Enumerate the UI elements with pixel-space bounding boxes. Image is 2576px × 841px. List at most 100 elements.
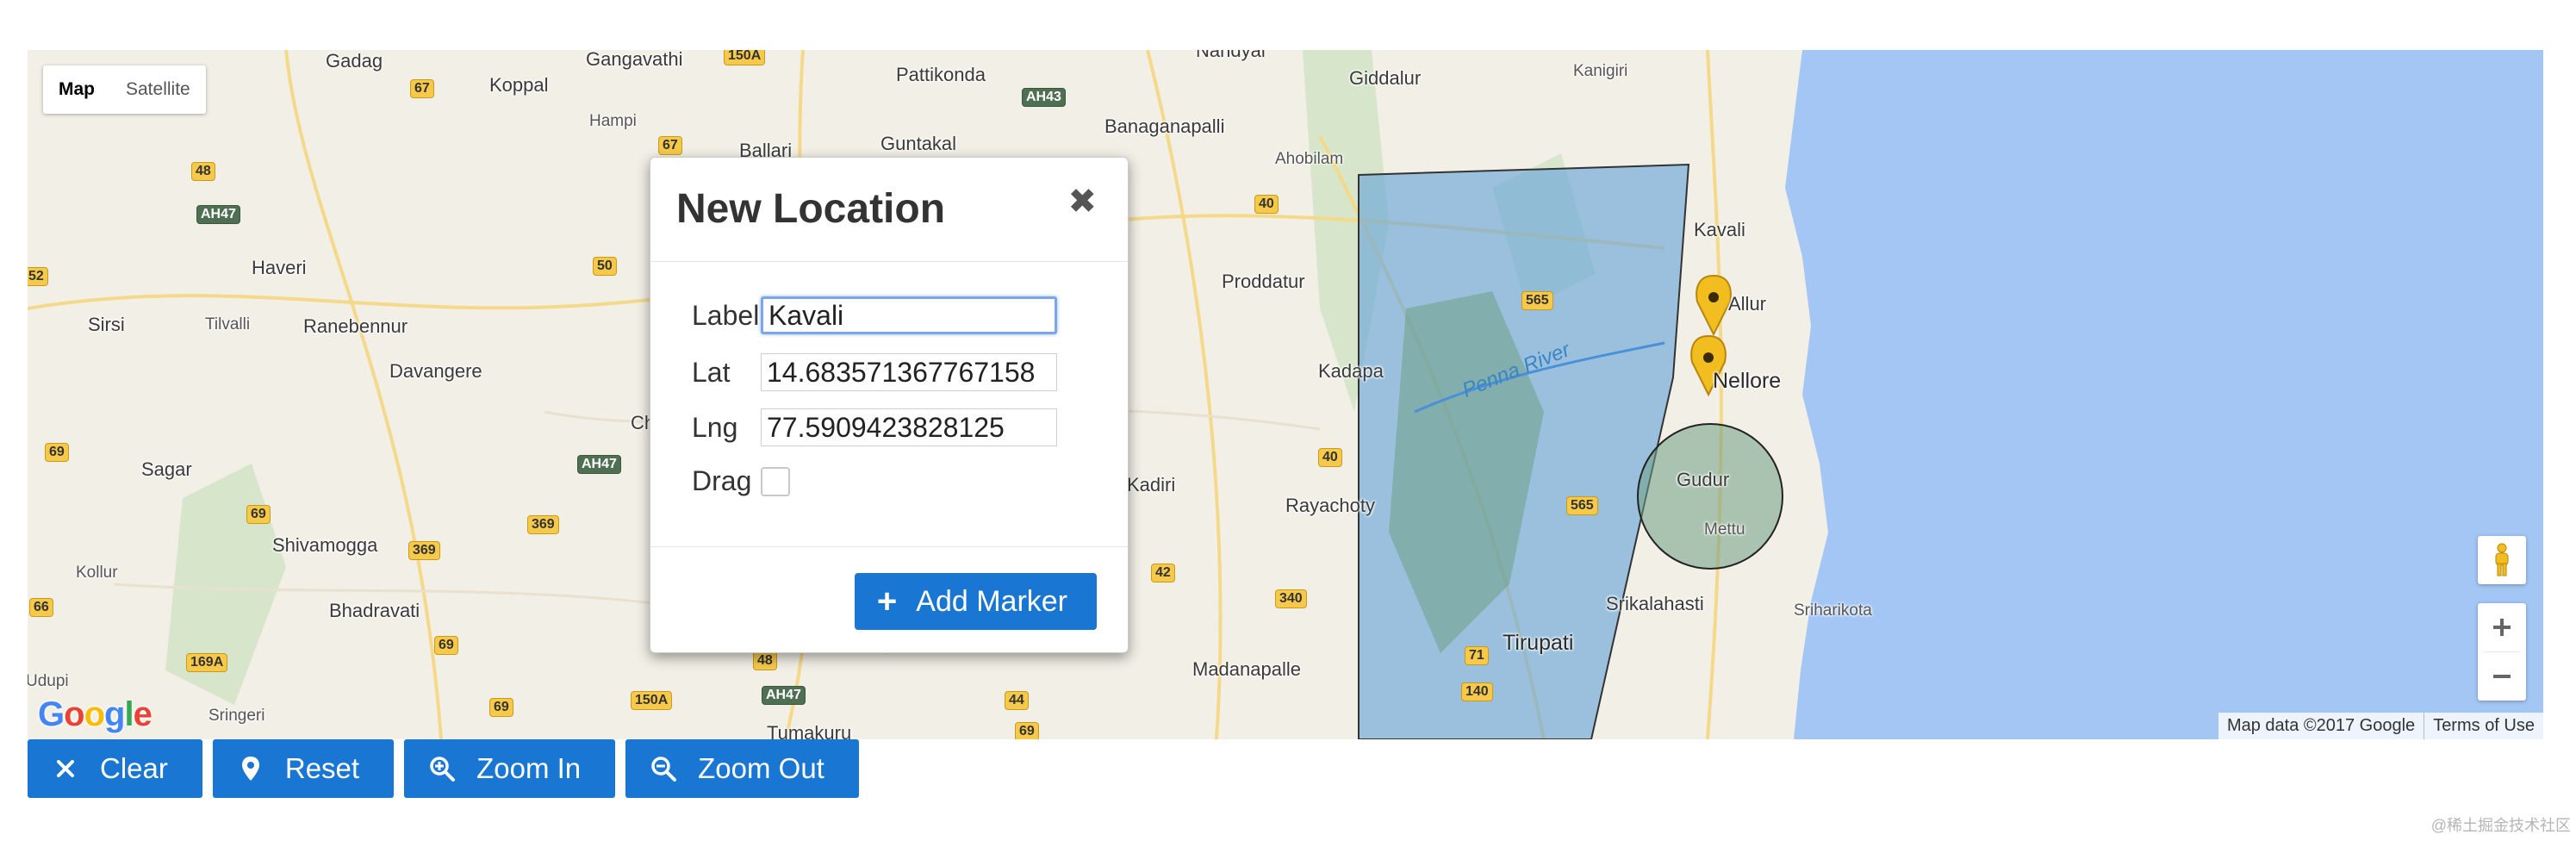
lat-field-label: Lat [692, 356, 731, 388]
place-label: Kadapa [1318, 360, 1384, 382]
lng-field-label: Lng [692, 411, 738, 443]
dialog-header: New Location ✖ [650, 158, 1128, 262]
dialog-body: Label Lat Lng Drag [650, 262, 1128, 547]
road-shield: 150A [631, 691, 673, 710]
place-label: Tilvalli [205, 315, 251, 333]
road-shield: 369 [527, 515, 559, 534]
close-icon[interactable]: ✖ [1067, 182, 1097, 221]
label-input[interactable] [761, 296, 1057, 334]
road-shield: 69 [489, 698, 513, 717]
zoom-in-button[interactable]: Zoom In [404, 739, 616, 798]
minus-icon [2493, 675, 2511, 678]
drag-checkbox[interactable] [761, 466, 790, 496]
place-label: Banaganapalli [1104, 115, 1225, 137]
place-label: Hampi [589, 112, 637, 130]
drag-field-label: Drag [692, 465, 752, 496]
place-label: Mettu [1704, 520, 1745, 539]
place-label: Nandyal [1196, 50, 1266, 61]
lat-input[interactable] [761, 353, 1057, 391]
map-zoom-in-button[interactable] [2478, 603, 2526, 651]
dialog-title: New Location [676, 186, 946, 232]
road-shield: 66 [29, 598, 53, 617]
add-marker-button[interactable]: + Add Marker [854, 573, 1097, 630]
place-label: Sriharikota [1794, 601, 1872, 620]
place-label: Haveri [252, 257, 307, 278]
place-label: Madanapalle [1192, 658, 1301, 680]
map-type-map[interactable]: Map [43, 65, 110, 114]
new-location-dialog: New Location ✖ Label Lat Lng Drag + Add … [650, 157, 1129, 653]
place-label: Sagar [141, 458, 192, 480]
place-label: Kollur [76, 564, 118, 582]
road-shield: 44 [1005, 691, 1029, 710]
map-pin-icon [233, 751, 268, 786]
plus-icon: + [876, 582, 898, 620]
place-label: Guntakal [880, 133, 957, 154]
place-label: Bhadravati [329, 600, 420, 621]
map-zoom-out-button[interactable] [2478, 652, 2526, 701]
road-shield: 50 [593, 257, 617, 276]
place-label: Gangavathi [586, 50, 683, 70]
road-shield: 69 [246, 505, 271, 524]
clear-label: Clear [100, 752, 168, 784]
road-shield: 40 [1254, 195, 1279, 214]
place-label: Kanigiri [1573, 62, 1628, 80]
place-label: Tumakuru [767, 722, 852, 739]
place-label: Kavali [1694, 219, 1745, 240]
road-shield: AH47 [577, 455, 621, 474]
label-field-label: Label [692, 299, 760, 331]
label-row: Label [692, 296, 1057, 334]
road-shield: 48 [753, 651, 777, 670]
road-shield: 48 [191, 162, 215, 181]
watermark-text: @稀土掘金技术社区 [2430, 817, 2571, 834]
road-shield: AH47 [196, 205, 240, 224]
road-shield: 69 [434, 636, 458, 655]
plus-icon [2493, 619, 2511, 636]
drag-row: Drag [692, 465, 790, 497]
road-shield: 52 [28, 267, 48, 286]
reset-button[interactable]: Reset [212, 739, 395, 798]
road-shield: 67 [410, 79, 434, 98]
place-label: Giddalur [1349, 67, 1422, 89]
close-icon [48, 751, 83, 786]
place-label: Srikalahasti [1606, 593, 1704, 614]
place-label: Shivamogga [272, 534, 378, 556]
map-type-satellite[interactable]: Satellite [110, 65, 206, 114]
map-canvas[interactable]: Gadag Koppal Gangavathi Hampi Ballari Pa… [28, 50, 2543, 739]
place-label: Allur [1728, 293, 1767, 315]
road-shield: 69 [45, 443, 69, 462]
place-label: Sringeri [208, 707, 265, 725]
road-shield: 69 [1015, 722, 1039, 739]
street-view-pegman[interactable] [2478, 536, 2526, 584]
place-label: Ranebennur [303, 315, 408, 337]
lng-row: Lng [692, 408, 1057, 446]
road-shield: 565 [1566, 496, 1598, 515]
road-shield: AH47 [762, 686, 806, 705]
place-label: Ahobilam [1275, 150, 1344, 168]
road-shield: 67 [658, 136, 682, 155]
lng-input[interactable] [761, 408, 1057, 446]
place-label: Udupi [28, 672, 69, 690]
map-toolbar: Clear Reset Zoom In Zoom Out [28, 739, 859, 798]
map-type-control: Map Satellite [43, 65, 206, 114]
place-label: Rayachoty [1285, 495, 1375, 516]
place-label: Nellore [1713, 369, 1782, 393]
place-label: Kadiri [1127, 474, 1176, 495]
add-marker-label: Add Marker [916, 584, 1067, 618]
zoom-out-label: Zoom Out [698, 752, 824, 784]
zoom-out-button[interactable]: Zoom Out [625, 739, 859, 798]
road-shield: 340 [1275, 589, 1307, 608]
road-shield: 369 [408, 541, 440, 560]
terms-of-use-link[interactable]: Terms of Use [2424, 713, 2543, 739]
road-shield: 169A [186, 653, 228, 672]
road-shield: 150A [724, 50, 766, 65]
road-shield: 565 [1521, 291, 1553, 310]
dialog-footer: + Add Marker [650, 547, 1128, 654]
map-zoom-control [2478, 603, 2526, 701]
place-label: Sirsi [88, 314, 125, 335]
map-attribution: Map data ©2017 Google Terms of Use [2218, 713, 2543, 739]
reset-label: Reset [284, 752, 360, 784]
road-shield: 42 [1151, 564, 1175, 582]
clear-button[interactable]: Clear [28, 739, 202, 798]
lat-row: Lat [692, 353, 1057, 391]
zoom-in-icon [425, 751, 459, 786]
